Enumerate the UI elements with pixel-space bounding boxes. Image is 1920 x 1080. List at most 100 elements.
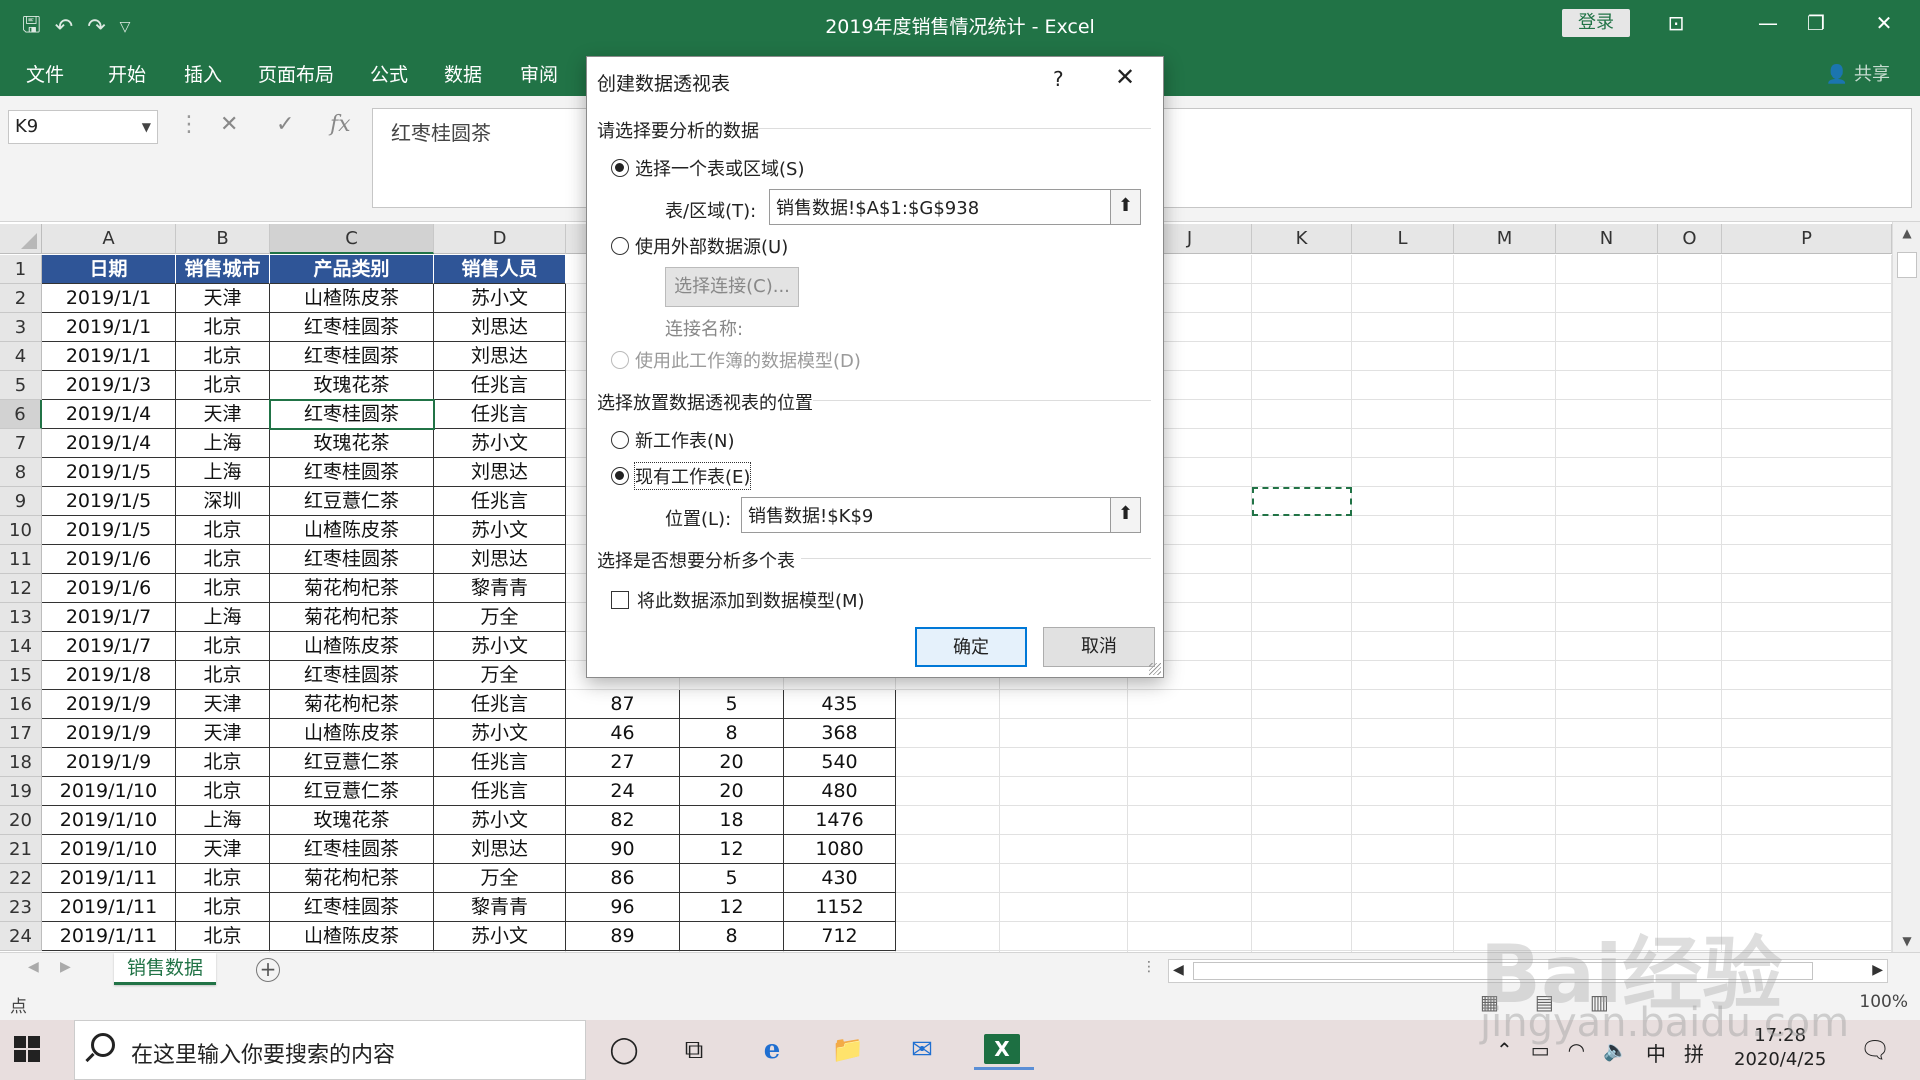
table-cell[interactable]: 2019/1/1 xyxy=(42,313,176,342)
table-cell[interactable]: 1476 xyxy=(784,806,896,835)
sheet-tab-sales[interactable]: 销售数据 xyxy=(114,953,216,985)
table-cell[interactable]: 苏小文 xyxy=(434,284,566,313)
horizontal-scroll-thumb[interactable] xyxy=(1193,962,1813,980)
radio-data-model[interactable]: 使用此工作簿的数据模型(D) xyxy=(611,347,861,373)
table-cell[interactable]: 山楂陈皮茶 xyxy=(270,284,434,313)
table-cell[interactable]: 北京 xyxy=(176,632,270,661)
table-cell[interactable]: 黎青青 xyxy=(434,574,566,603)
table-cell[interactable]: 山楂陈皮茶 xyxy=(270,922,434,951)
column-header-d[interactable]: D xyxy=(434,224,566,254)
windows-start-icon[interactable] xyxy=(14,1036,42,1064)
normal-view-icon[interactable]: ▦ xyxy=(1480,990,1499,1014)
tab-review[interactable]: 审阅 xyxy=(520,60,558,87)
table-cell[interactable]: 82 xyxy=(566,806,680,835)
row-header-20[interactable]: 20 xyxy=(0,806,42,835)
row-header-5[interactable]: 5 xyxy=(0,371,42,400)
table-cell[interactable]: 红枣桂圆茶 xyxy=(270,661,434,690)
table-cell[interactable]: 2019/1/4 xyxy=(42,400,176,429)
table-cell[interactable]: 红枣桂圆茶 xyxy=(270,313,434,342)
table-cell[interactable]: 2019/1/10 xyxy=(42,777,176,806)
table-header-cell[interactable]: 日期 xyxy=(42,255,176,284)
table-cell[interactable]: 18 xyxy=(680,806,784,835)
row-header-16[interactable]: 16 xyxy=(0,690,42,719)
table-cell[interactable]: 任兆言 xyxy=(434,371,566,400)
table-cell[interactable]: 北京 xyxy=(176,777,270,806)
table-cell[interactable]: 2019/1/1 xyxy=(42,284,176,313)
table-cell[interactable]: 天津 xyxy=(176,690,270,719)
table-cell[interactable]: 深圳 xyxy=(176,487,270,516)
restore-button[interactable]: ❐ xyxy=(1786,0,1846,48)
row-header-19[interactable]: 19 xyxy=(0,777,42,806)
table-cell[interactable]: 2019/1/5 xyxy=(42,458,176,487)
table-cell[interactable]: 2019/1/3 xyxy=(42,371,176,400)
table-cell[interactable]: 任兆言 xyxy=(434,748,566,777)
ok-button[interactable]: 确定 xyxy=(915,627,1027,667)
table-cell[interactable]: 20 xyxy=(680,777,784,806)
table-cell[interactable]: 1152 xyxy=(784,893,896,922)
taskbar-search[interactable]: 在这里输入你要搜索的内容 xyxy=(74,1020,586,1080)
scroll-up-icon[interactable]: ▲ xyxy=(1893,226,1920,240)
row-header-11[interactable]: 11 xyxy=(0,545,42,574)
table-cell[interactable]: 万全 xyxy=(434,603,566,632)
row-header-7[interactable]: 7 xyxy=(0,429,42,458)
name-box[interactable]: K9 ▼ xyxy=(8,110,158,144)
table-cell[interactable]: 红枣桂圆茶 xyxy=(270,835,434,864)
table-cell[interactable]: 2019/1/11 xyxy=(42,893,176,922)
table-cell[interactable]: 430 xyxy=(784,864,896,893)
clock[interactable]: 17:28 2020/4/25 xyxy=(1734,1024,1826,1072)
table-cell[interactable]: 89 xyxy=(566,922,680,951)
collapse-dialog-icon[interactable]: ⬆ xyxy=(1110,498,1140,532)
table-cell[interactable]: 368 xyxy=(784,719,896,748)
next-sheet-icon[interactable]: ▶ xyxy=(60,959,71,975)
table-cell[interactable]: 北京 xyxy=(176,922,270,951)
table-cell[interactable]: 红枣桂圆茶 xyxy=(270,545,434,574)
close-window-button[interactable]: ✕ xyxy=(1854,0,1914,48)
column-header-p[interactable]: P xyxy=(1722,224,1892,254)
row-header-13[interactable]: 13 xyxy=(0,603,42,632)
select-all-corner[interactable] xyxy=(0,224,42,254)
table-cell[interactable]: 北京 xyxy=(176,748,270,777)
insert-function-icon[interactable]: fx xyxy=(330,112,351,137)
table-cell[interactable]: 山楂陈皮茶 xyxy=(270,632,434,661)
row-header-6[interactable]: 6 xyxy=(0,400,42,429)
add-sheet-button[interactable]: + xyxy=(256,958,280,982)
table-cell[interactable]: 北京 xyxy=(176,864,270,893)
table-cell[interactable]: 万全 xyxy=(434,864,566,893)
table-cell[interactable]: 玫瑰花茶 xyxy=(270,371,434,400)
tab-home[interactable]: 开始 xyxy=(108,60,146,87)
table-cell[interactable]: 20 xyxy=(680,748,784,777)
table-cell[interactable]: 上海 xyxy=(176,429,270,458)
row-header-24[interactable]: 24 xyxy=(0,922,42,951)
table-cell[interactable]: 任兆言 xyxy=(434,487,566,516)
scroll-right-icon[interactable]: ▶ xyxy=(1872,962,1883,978)
share-button[interactable]: 👤 共享 xyxy=(1826,60,1890,86)
enter-entry-icon[interactable]: ✓ xyxy=(276,112,294,137)
table-cell[interactable]: 红豆薏仁茶 xyxy=(270,487,434,516)
row-header-10[interactable]: 10 xyxy=(0,516,42,545)
table-header-cell[interactable]: 产品类别 xyxy=(270,255,434,284)
close-dialog-button[interactable]: ✕ xyxy=(1115,63,1135,91)
page-layout-view-icon[interactable]: ▤ xyxy=(1535,990,1554,1014)
column-header-b[interactable]: B xyxy=(176,224,270,254)
row-header-15[interactable]: 15 xyxy=(0,661,42,690)
scroll-thumb[interactable] xyxy=(1897,252,1917,278)
table-cell[interactable]: 菊花枸杞茶 xyxy=(270,574,434,603)
resize-grip[interactable] xyxy=(1149,663,1161,675)
column-header-n[interactable]: N xyxy=(1556,224,1658,254)
table-cell[interactable]: 86 xyxy=(566,864,680,893)
table-cell[interactable]: 刘思达 xyxy=(434,313,566,342)
table-cell[interactable]: 苏小文 xyxy=(434,719,566,748)
table-cell[interactable]: 8 xyxy=(680,922,784,951)
column-header-a[interactable]: A xyxy=(42,224,176,254)
table-cell[interactable]: 上海 xyxy=(176,458,270,487)
table-cell[interactable]: 刘思达 xyxy=(434,835,566,864)
excel-taskbar-icon[interactable]: X xyxy=(974,1030,1034,1070)
vertical-scrollbar[interactable]: ▲ ▼ xyxy=(1892,222,1920,952)
table-cell[interactable]: 任兆言 xyxy=(434,777,566,806)
prev-sheet-icon[interactable]: ◀ xyxy=(28,959,39,975)
tab-page-layout[interactable]: 页面布局 xyxy=(258,60,334,87)
row-header-4[interactable]: 4 xyxy=(0,342,42,371)
table-cell[interactable]: 2019/1/9 xyxy=(42,719,176,748)
mail-icon[interactable]: ✉ xyxy=(900,1030,944,1070)
table-cell[interactable]: 菊花枸杞茶 xyxy=(270,690,434,719)
